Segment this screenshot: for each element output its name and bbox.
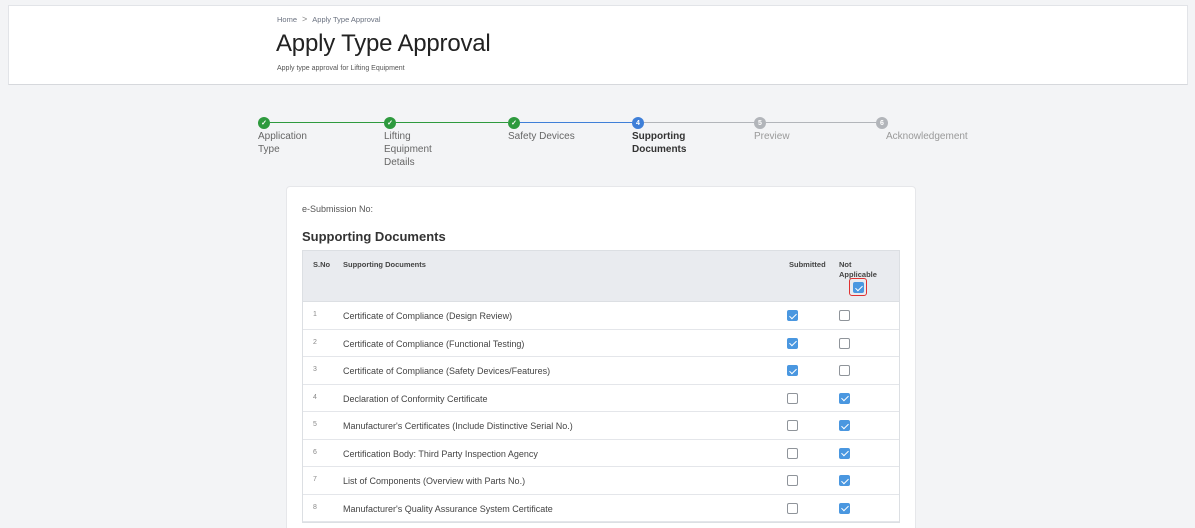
not-applicable-checkbox[interactable] bbox=[839, 337, 850, 349]
step-label-line: Type bbox=[258, 144, 280, 155]
step-label-line: Documents bbox=[632, 144, 687, 155]
document-name: Manufacturer's Certificates (Include Dis… bbox=[343, 421, 573, 431]
submitted-checkbox[interactable] bbox=[787, 337, 798, 349]
document-name: Declaration of Conformity Certificate bbox=[343, 393, 488, 404]
table-row: 8 Manufacturer's Quality Assurance System… bbox=[303, 495, 899, 522]
not-applicable-checkbox[interactable] bbox=[839, 502, 850, 514]
page-subtitle: Apply type approval for Lifting Equipmen… bbox=[277, 65, 405, 72]
step-label[interactable]: Preview bbox=[754, 130, 834, 143]
step-connector bbox=[396, 122, 508, 123]
submitted-checkbox[interactable] bbox=[787, 392, 798, 404]
step-number: 6 bbox=[876, 117, 888, 129]
row-number: 8 bbox=[313, 503, 317, 511]
table-row: 1 Certificate of Compliance (Design Revie… bbox=[303, 302, 899, 330]
header-submitted: Submitted bbox=[789, 260, 826, 269]
page-title: Apply Type Approval bbox=[276, 30, 491, 57]
step-number: 5 bbox=[754, 117, 766, 129]
table-row: 4 Declaration of Conformity Certificate bbox=[303, 385, 899, 412]
document-name: List of Components (Overview with Parts … bbox=[343, 476, 526, 486]
step-check-icon: ✓ bbox=[508, 117, 520, 129]
table-row: 7 List of Components (Overview with Parts… bbox=[303, 467, 899, 495]
documents-table: S.No Supporting Documents Submitted Not … bbox=[302, 250, 900, 523]
not-applicable-checkbox[interactable] bbox=[839, 420, 850, 431]
step-label-line: Application bbox=[258, 131, 307, 142]
row-number: 1 bbox=[313, 311, 317, 318]
breadcrumb-separator: > bbox=[302, 14, 308, 24]
row-number: 7 bbox=[313, 476, 317, 483]
document-name: Certificate of Compliance (Design Review… bbox=[343, 311, 513, 321]
step-label[interactable]: Safety Devices bbox=[508, 130, 588, 143]
row-number: 2 bbox=[313, 338, 317, 346]
submitted-checkbox[interactable] bbox=[787, 475, 798, 486]
not-applicable-checkbox[interactable] bbox=[839, 310, 850, 321]
step-label[interactable]: Supporting Documents bbox=[632, 130, 712, 156]
not-applicable-checkbox[interactable] bbox=[839, 392, 850, 404]
step-label[interactable]: Lifting Equipment Details bbox=[384, 130, 464, 169]
document-name: Certificate of Compliance (Functional Te… bbox=[343, 338, 525, 349]
row-number: 6 bbox=[313, 448, 317, 456]
row-number: 3 bbox=[313, 366, 317, 373]
step-connector bbox=[520, 122, 632, 123]
not-applicable-checkbox[interactable] bbox=[839, 365, 850, 376]
table-header: S.No Supporting Documents Submitted Not … bbox=[303, 251, 899, 302]
row-number: 5 bbox=[313, 421, 317, 428]
step-label-line: Equipment bbox=[384, 144, 432, 155]
step-check-icon: ✓ bbox=[258, 117, 270, 129]
step-number: 4 bbox=[632, 117, 644, 129]
table-body: 1 Certificate of Compliance (Design Revie… bbox=[303, 302, 899, 522]
supporting-documents-card: e-Submission No: Supporting Documents S.… bbox=[286, 186, 916, 528]
document-name: Certificate of Compliance (Safety Device… bbox=[343, 366, 551, 376]
document-name: Manufacturer's Quality Assurance System … bbox=[343, 503, 553, 514]
document-name: Certification Body: Third Party Inspecti… bbox=[343, 448, 538, 459]
header-documents: Supporting Documents bbox=[343, 260, 426, 269]
step-check-icon: ✓ bbox=[384, 117, 396, 129]
select-all-not-applicable-checkbox[interactable] bbox=[853, 282, 864, 293]
not-applicable-checkbox[interactable] bbox=[839, 475, 850, 486]
row-number: 4 bbox=[313, 393, 317, 401]
submitted-checkbox[interactable] bbox=[787, 310, 798, 321]
breadcrumb-current: Apply Type Approval bbox=[312, 14, 381, 24]
step-label-line: Details bbox=[384, 157, 415, 168]
step-label-line: Preview bbox=[754, 131, 790, 142]
header-sno: S.No bbox=[313, 260, 331, 269]
page-header bbox=[8, 5, 1188, 85]
table-row: 6 Certification Body: Third Party Inspect… bbox=[303, 440, 899, 467]
not-applicable-checkbox[interactable] bbox=[839, 447, 850, 459]
table-row: 3 Certificate of Compliance (Safety Devic… bbox=[303, 357, 899, 385]
step-label-line: Supporting bbox=[632, 131, 686, 142]
breadcrumb-home-link[interactable]: Home bbox=[277, 15, 297, 24]
table-row: 2 Certificate of Compliance (Functional T… bbox=[303, 330, 899, 357]
table-row: 5 Manufacturer's Certificates (Include Di… bbox=[303, 412, 899, 440]
header-not-applicable: Not Applicable bbox=[839, 260, 877, 279]
progress-stepper: ✓ Application Type ✓ Lifting Equipment Details… bbox=[258, 114, 968, 174]
submitted-checkbox[interactable] bbox=[787, 502, 798, 514]
step-label-line: Safety Devices bbox=[508, 131, 575, 142]
step-connector bbox=[644, 122, 754, 123]
section-title: Supporting Documents bbox=[302, 229, 446, 244]
step-label[interactable]: Application Type bbox=[258, 130, 338, 156]
submitted-checkbox[interactable] bbox=[787, 365, 798, 376]
step-label-line: Lifting bbox=[384, 131, 411, 142]
submitted-checkbox[interactable] bbox=[787, 447, 798, 459]
breadcrumb: Home > Apply Type Approval bbox=[277, 14, 381, 24]
step-label-line: Acknowledgement bbox=[886, 131, 968, 142]
step-connector bbox=[766, 122, 876, 123]
submitted-checkbox[interactable] bbox=[787, 420, 798, 431]
esubmission-label: e-Submission No: bbox=[302, 204, 374, 214]
step-label[interactable]: Acknowledgement bbox=[886, 130, 986, 143]
step-connector bbox=[270, 122, 384, 123]
